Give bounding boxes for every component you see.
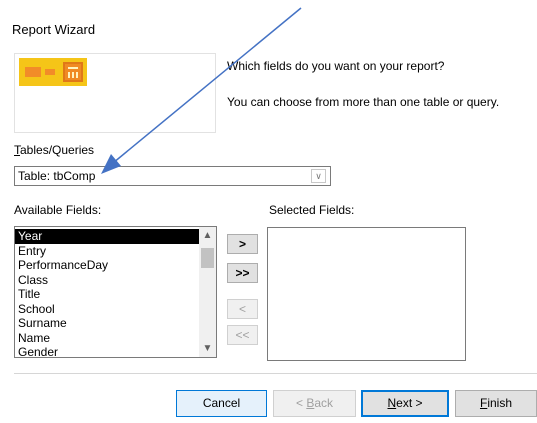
tables-queries-dropdown[interactable]: Table: tbComp ∨ bbox=[14, 166, 331, 186]
list-item[interactable]: School bbox=[15, 302, 199, 317]
list-item[interactable]: Year bbox=[15, 229, 199, 244]
tables-queries-selected-value: Table: tbComp bbox=[18, 169, 96, 183]
add-field-button[interactable]: > bbox=[227, 234, 258, 254]
report-wizard-icon bbox=[19, 58, 87, 86]
wizard-question: Which fields do you want on your report? bbox=[227, 59, 445, 73]
remove-field-button[interactable]: < bbox=[227, 299, 258, 319]
finish-button[interactable]: Finish bbox=[455, 390, 537, 417]
list-scrollbar[interactable]: ▲ ▼ bbox=[199, 227, 216, 357]
next-button[interactable]: Next > bbox=[361, 390, 449, 417]
wizard-graphic-panel bbox=[14, 53, 216, 133]
available-fields-label: Available Fields: bbox=[14, 203, 102, 217]
selected-fields-list[interactable] bbox=[267, 227, 466, 361]
list-item[interactable]: Entry bbox=[15, 244, 199, 259]
list-item[interactable]: Class bbox=[15, 273, 199, 288]
list-item[interactable]: Name bbox=[15, 331, 199, 346]
chevron-down-icon[interactable]: ∨ bbox=[311, 169, 326, 183]
list-item[interactable]: Title bbox=[15, 287, 199, 302]
selected-fields-label: Selected Fields: bbox=[269, 203, 355, 217]
wizard-hint: You can choose from more than one table … bbox=[227, 95, 500, 109]
available-fields-list[interactable]: Year Entry PerformanceDay Class Title Sc… bbox=[14, 226, 217, 358]
window-title: Report Wizard bbox=[12, 22, 96, 37]
list-item[interactable]: PerformanceDay bbox=[15, 258, 199, 273]
cancel-button[interactable]: Cancel bbox=[176, 390, 267, 417]
back-button[interactable]: < Back bbox=[273, 390, 356, 417]
scroll-thumb[interactable] bbox=[201, 248, 214, 268]
list-item[interactable]: Gender bbox=[15, 345, 199, 357]
add-all-fields-button[interactable]: >> bbox=[227, 263, 258, 283]
tables-queries-label: Tables/Queries bbox=[14, 143, 95, 157]
scroll-up-icon[interactable]: ▲ bbox=[199, 227, 216, 244]
remove-all-fields-button[interactable]: << bbox=[227, 325, 258, 345]
footer-divider bbox=[14, 373, 537, 374]
scroll-down-icon[interactable]: ▼ bbox=[199, 340, 216, 357]
list-item[interactable]: Surname bbox=[15, 316, 199, 331]
